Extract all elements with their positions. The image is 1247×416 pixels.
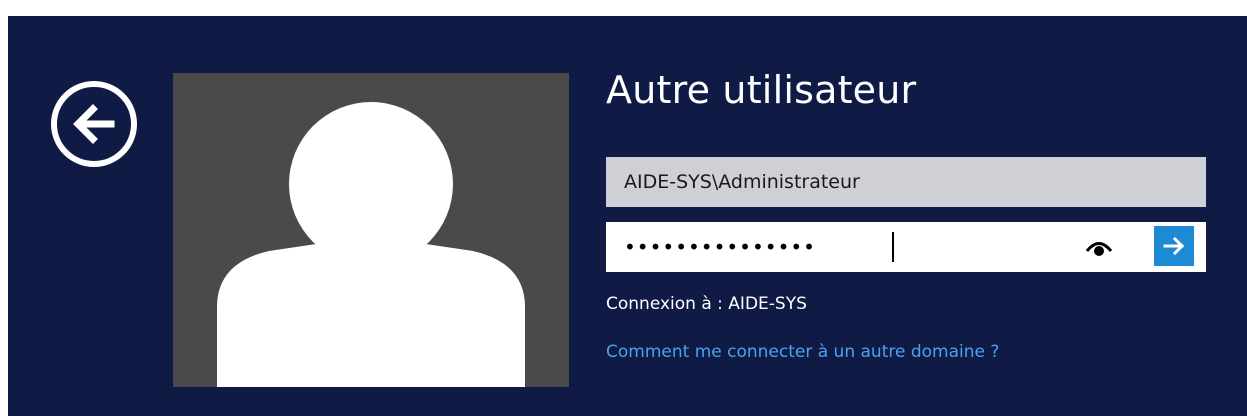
user-silhouette-icon xyxy=(217,102,525,387)
page-title: Autre utilisateur xyxy=(606,68,917,112)
text-caret xyxy=(892,232,894,262)
arrow-right-icon xyxy=(1163,236,1185,256)
password-row xyxy=(606,222,1206,272)
back-arrow-icon xyxy=(51,81,137,167)
login-screen: Autre utilisateur Connexion à : AIDE-SYS… xyxy=(8,16,1247,416)
connect-to-label: Connexion à : AIDE-SYS xyxy=(606,294,807,314)
reveal-password-button[interactable] xyxy=(1084,232,1114,262)
eye-icon xyxy=(1085,242,1113,256)
back-button[interactable] xyxy=(48,78,140,170)
password-field[interactable] xyxy=(606,222,1076,272)
submit-button[interactable] xyxy=(1154,226,1194,266)
other-domain-link[interactable]: Comment me connecter à un autre domaine … xyxy=(606,342,999,362)
user-avatar xyxy=(173,73,569,387)
username-field[interactable] xyxy=(606,157,1206,207)
